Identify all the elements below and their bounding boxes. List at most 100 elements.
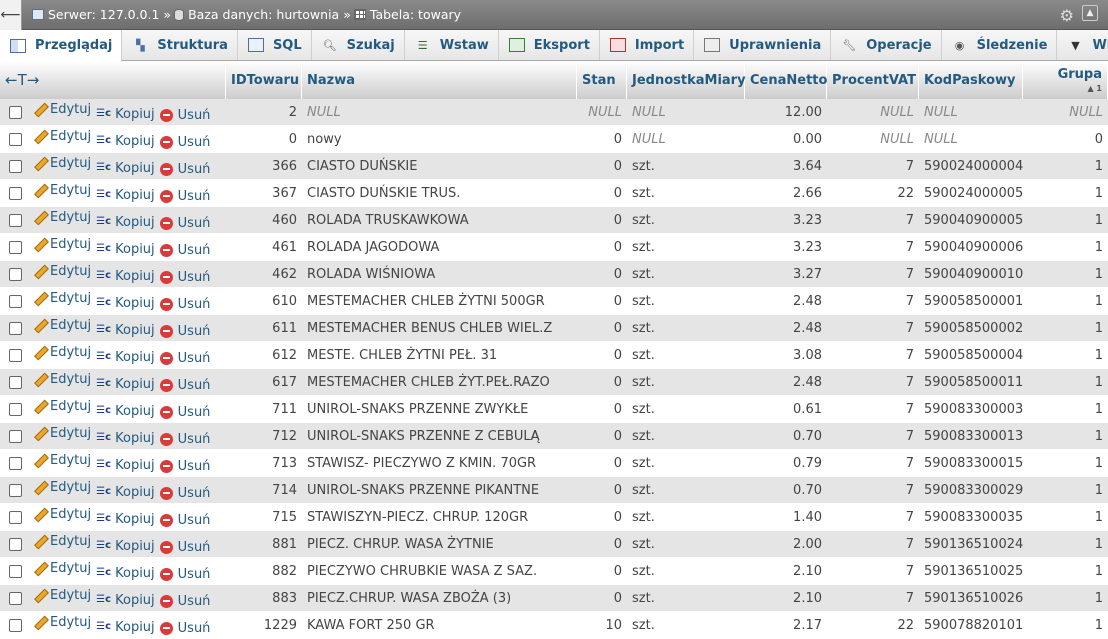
cell-vat[interactable]: 7 (827, 207, 919, 234)
copy-button[interactable]: ☰c Kopiuj (96, 431, 155, 446)
column-header-cena[interactable]: CenaNetto (745, 61, 827, 99)
edit-button[interactable]: Edytuj (32, 534, 91, 549)
cell-jednostka[interactable]: szt. (627, 315, 745, 342)
delete-button[interactable]: Usuń (159, 270, 210, 285)
copy-button[interactable]: ☰c Kopiuj (96, 377, 155, 392)
delete-button[interactable]: Usuń (159, 351, 210, 366)
table-row[interactable]: Edytuj ☰c Kopiuj Usuń 462 ROLADA WIŚNIOWA 0 szt… (0, 261, 1108, 288)
edit-button[interactable]: Edytuj (32, 372, 91, 387)
cell-kod[interactable]: 5900585000042 (919, 342, 1023, 369)
cell-vat[interactable]: 22 (827, 180, 919, 207)
cell-stan[interactable]: 0 (577, 423, 627, 450)
cell-nazwa[interactable]: NULL (302, 99, 577, 126)
table-row[interactable]: Edytuj ☰c Kopiuj Usuń 460 ROLADA TRUSKAWKOWA 0… (0, 207, 1108, 234)
tab-export[interactable]: Eksport (498, 30, 600, 60)
row-checkbox[interactable] (8, 402, 22, 416)
cell-nazwa[interactable]: PIECZYWO CHRUBKIE WASA Z SAZ. (302, 558, 577, 585)
cell-idtowaru[interactable]: 1229 (226, 612, 302, 639)
cell-jednostka[interactable]: szt. (627, 558, 745, 585)
cell-kod[interactable]: NULL (919, 99, 1023, 126)
cell-kod[interactable]: 5900409000104 (919, 261, 1023, 288)
row-checkbox[interactable] (8, 159, 22, 173)
breadcrumb-server[interactable]: Serwer: 127.0.0.1 (48, 7, 159, 22)
cell-vat[interactable]: 7 (827, 558, 919, 585)
edit-button[interactable]: Edytuj (32, 345, 91, 360)
cell-kod[interactable]: 5900833000138 (919, 423, 1023, 450)
table-row[interactable]: Edytuj ☰c Kopiuj Usuń 712 UNIROL-SNAKS PRZENN… (0, 423, 1108, 450)
cell-kod[interactable]: 5900409000050 (919, 207, 1023, 234)
copy-button[interactable]: ☰c Kopiuj (96, 296, 155, 311)
delete-button[interactable]: Usuń (159, 135, 210, 150)
row-checkbox[interactable] (8, 564, 22, 578)
cell-grupa[interactable]: 1 (1023, 477, 1108, 504)
row-checkbox[interactable] (8, 213, 22, 227)
edit-button[interactable]: Edytuj (32, 156, 91, 171)
table-row[interactable]: Edytuj ☰c Kopiuj Usuń 461 ROLADA JAGODOWA 0 szt… (0, 234, 1108, 261)
cell-idtowaru[interactable]: 713 (226, 450, 302, 477)
cell-idtowaru[interactable]: 611 (226, 315, 302, 342)
tab-insert[interactable]: ☰ Wstaw (404, 30, 499, 60)
delete-button[interactable]: Usuń (159, 405, 210, 420)
tab-structure[interactable]: ▚ Struktura (122, 30, 238, 60)
cell-nazwa[interactable]: STAWISZ- PIECZYWO Z KMIN. 70GR (302, 450, 577, 477)
row-checkbox[interactable] (8, 321, 22, 335)
cell-cena[interactable]: 2.66 (745, 180, 827, 207)
delete-button[interactable]: Usuń (159, 621, 210, 636)
cell-grupa[interactable]: 1 (1023, 288, 1108, 315)
column-arrows[interactable]: ←T→ (0, 61, 226, 99)
copy-button[interactable]: ☰c Kopiuj (96, 593, 155, 608)
copy-button[interactable]: ☰c Kopiuj (96, 107, 155, 122)
copy-button[interactable]: ☰c Kopiuj (96, 161, 155, 176)
cell-stan[interactable]: 0 (577, 153, 627, 180)
row-checkbox[interactable] (8, 294, 22, 308)
table-row[interactable]: Edytuj ☰c Kopiuj Usuń 366 CIASTO DUŃSKIE 0 szt.… (0, 153, 1108, 180)
cell-kod[interactable]: 5900585000110 (919, 369, 1023, 396)
edit-button[interactable]: Edytuj (32, 318, 91, 333)
cell-grupa[interactable]: 0 (1023, 126, 1108, 153)
collapse-nav-button[interactable]: ⟵ (0, 0, 22, 30)
cell-grupa[interactable]: 1 (1023, 207, 1108, 234)
tab-tracking[interactable]: ◉ Śledzenie (941, 30, 1058, 60)
cell-kod[interactable]: 5901365100259 (919, 558, 1023, 585)
row-checkbox[interactable] (8, 267, 22, 281)
cell-vat[interactable]: 7 (827, 396, 919, 423)
delete-button[interactable]: Usuń (159, 243, 210, 258)
cell-grupa[interactable]: 1 (1023, 450, 1108, 477)
cell-nazwa[interactable]: UNIROL-SNAKS PRZENNE PIKANTNE (302, 477, 577, 504)
cell-idtowaru[interactable]: 462 (226, 261, 302, 288)
cell-idtowaru[interactable]: 881 (226, 531, 302, 558)
edit-button[interactable]: Edytuj (32, 615, 91, 630)
cell-jednostka[interactable]: szt. (627, 423, 745, 450)
cell-cena[interactable]: 2.48 (745, 315, 827, 342)
cell-stan[interactable]: 0 (577, 207, 627, 234)
delete-button[interactable]: Usuń (159, 486, 210, 501)
table-row[interactable]: Edytuj ☰c Kopiuj Usuń 612 MESTE. CHLEB ŻYTNI … (0, 342, 1108, 369)
table-row[interactable]: Edytuj ☰c Kopiuj Usuń 367 CIASTO DUŃSKIE TRUS… (0, 180, 1108, 207)
edit-button[interactable]: Edytuj (32, 183, 91, 198)
cell-vat[interactable]: NULL (827, 99, 919, 126)
cell-nazwa[interactable]: ROLADA JAGODOWA (302, 234, 577, 261)
cell-vat[interactable]: 7 (827, 342, 919, 369)
cell-stan[interactable]: 0 (577, 315, 627, 342)
table-row[interactable]: Edytuj ☰c Kopiuj Usuń 714 UNIROL-SNAKS PRZENN… (0, 477, 1108, 504)
cell-grupa[interactable]: 1 (1023, 315, 1108, 342)
cell-kod[interactable]: 5900833000299 (919, 477, 1023, 504)
scroll-top-icon[interactable]: ▲ (1082, 5, 1098, 21)
cell-idtowaru[interactable]: 712 (226, 423, 302, 450)
copy-button[interactable]: ☰c Kopiuj (96, 323, 155, 338)
cell-jednostka[interactable]: NULL (627, 99, 745, 126)
cell-jednostka[interactable]: szt. (627, 585, 745, 612)
cell-jednostka[interactable]: szt. (627, 450, 745, 477)
cell-jednostka[interactable]: szt. (627, 288, 745, 315)
cell-idtowaru[interactable]: 460 (226, 207, 302, 234)
cell-cena[interactable]: 0.61 (745, 396, 827, 423)
cell-cena[interactable]: 3.64 (745, 153, 827, 180)
delete-button[interactable]: Usuń (159, 162, 210, 177)
cell-jednostka[interactable]: szt. (627, 261, 745, 288)
cell-nazwa[interactable]: KAWA FORT 250 GR (302, 612, 577, 639)
cell-kod[interactable]: 5900409000067 (919, 234, 1023, 261)
table-row[interactable]: Edytuj ☰c Kopiuj Usuń 617 MESTEMACHER CHLEB Ż… (0, 369, 1108, 396)
edit-button[interactable]: Edytuj (32, 129, 91, 144)
cell-kod[interactable]: NULL (919, 126, 1023, 153)
cell-idtowaru[interactable]: 367 (226, 180, 302, 207)
